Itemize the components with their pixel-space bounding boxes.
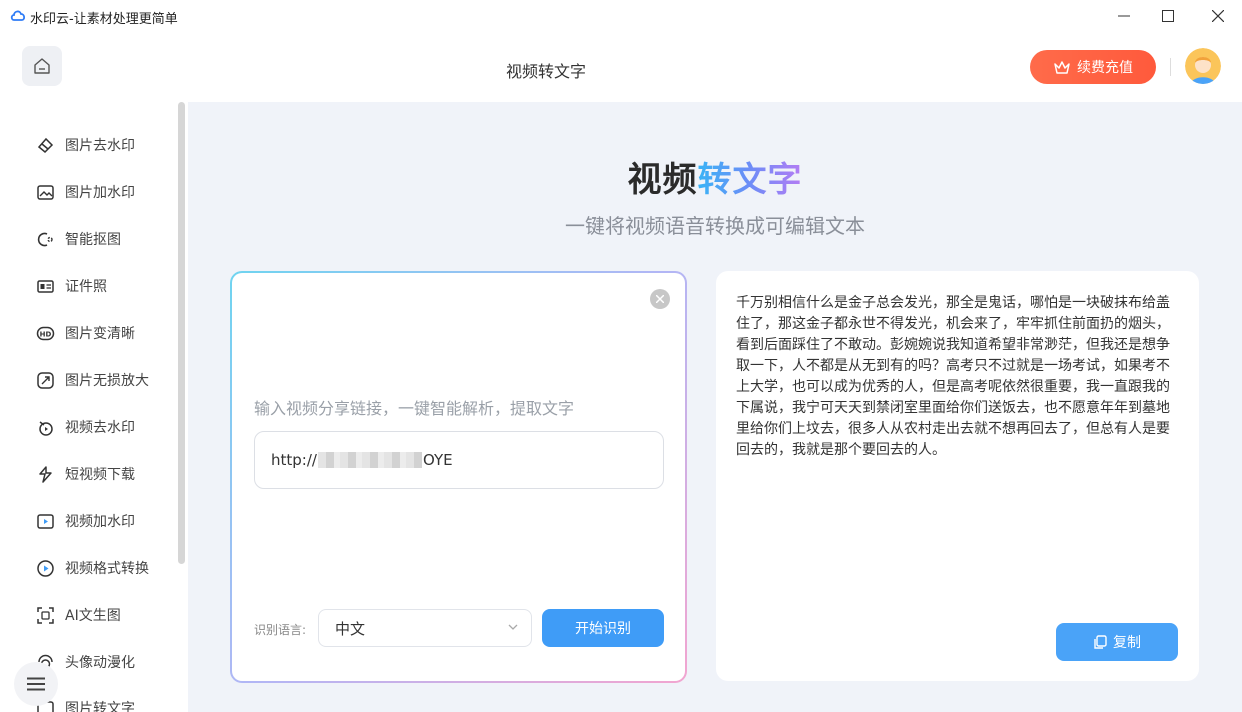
- sidebar-item-label: 视频去水印: [65, 420, 135, 436]
- app-logo-icon: [10, 10, 26, 21]
- language-label: 识别语言:: [254, 623, 307, 637]
- hamburger-menu-icon: [27, 677, 45, 691]
- video-eraser-icon: [39, 420, 53, 436]
- recharge-label: 续费充值: [1077, 60, 1133, 76]
- start-recognition-button[interactable]: 开始识别: [542, 609, 664, 647]
- minimize-icon: [1118, 15, 1130, 17]
- sidebar-item-label: 视频格式转换: [65, 561, 149, 577]
- sidebar-item-label: 证件照: [65, 279, 107, 295]
- sidebar-item-label: 图片转文字: [65, 701, 135, 712]
- app-header: 视频转文字 续费充值: [0, 32, 1242, 102]
- sidebar-item-id-photo[interactable]: 证件照: [36, 274, 107, 298]
- menu-button[interactable]: [14, 662, 58, 706]
- input-hint: 输入视频分享链接，一键智能解析，提取文字: [254, 399, 575, 418]
- chevron-down-icon: [508, 624, 518, 630]
- image-add-icon: [37, 184, 54, 200]
- transcript-text[interactable]: 千万别相信什么是金子总会发光，那全是鬼话，哪怕是一块破抹布给盖住了，那这金子都永…: [736, 293, 1176, 461]
- page-title: 视频转文字: [505, 62, 586, 81]
- header-divider: [1170, 58, 1171, 76]
- copy-icon: [1094, 635, 1107, 649]
- sidebar-item-label: 图片无损放大: [65, 373, 149, 389]
- sidebar-item-label: 短视频下载: [65, 467, 135, 483]
- recharge-button[interactable]: 续费充值: [1030, 50, 1156, 84]
- sidebar-item-label: 视频加水印: [65, 514, 135, 530]
- sidebar: 图片去水印 图片加水印 智能抠图 证件照 HD 图片变清晰 图片无损放大 视频去…: [0, 102, 188, 712]
- copy-label: 复制: [1113, 635, 1141, 651]
- output-panel: 千万别相信什么是金子总会发光，那全是鬼话，哪怕是一块破抹布给盖住了，那这金子都永…: [716, 271, 1199, 681]
- maximize-button[interactable]: [1148, 4, 1188, 28]
- play-circle-icon: [37, 559, 54, 577]
- close-button[interactable]: [1198, 4, 1238, 28]
- url-input[interactable]: http:// OYE: [254, 431, 664, 489]
- clear-button[interactable]: [650, 289, 670, 309]
- window-title: 水印云-让素材处理更简单: [30, 12, 178, 27]
- enlarge-icon: [37, 371, 54, 389]
- svg-text:HD: HD: [40, 330, 52, 338]
- sidebar-item-image-remove-watermark[interactable]: 图片去水印: [36, 133, 135, 157]
- sidebar-item-label: AI文生图: [65, 608, 121, 624]
- sidebar-item-video-remove-watermark[interactable]: 视频去水印: [36, 415, 135, 439]
- sidebar-item-label: 图片去水印: [65, 138, 135, 154]
- ai-image-icon: [37, 606, 54, 624]
- sidebar-scrollbar[interactable]: [178, 102, 185, 564]
- sidebar-item-label: 图片加水印: [65, 185, 135, 201]
- main-content: 视频转文字 一键将视频语音转换成可编辑文本 输入视频分享链接，一键智能解析，提取…: [188, 102, 1242, 712]
- sidebar-item-video-add-watermark[interactable]: 视频加水印: [36, 509, 135, 533]
- sidebar-item-image-add-watermark[interactable]: 图片加水印: [36, 180, 135, 204]
- avatar[interactable]: [1185, 48, 1221, 84]
- url-prefix: http://: [271, 451, 317, 469]
- sidebar-item-ai-text-to-image[interactable]: AI文生图: [36, 603, 121, 627]
- language-value: 中文: [335, 619, 366, 638]
- sidebar-item-image-enlarge[interactable]: 图片无损放大: [36, 368, 149, 392]
- url-blurred-segment: [317, 452, 422, 468]
- title-bar: 水印云-让素材处理更简单: [0, 0, 1242, 32]
- id-card-icon: [37, 279, 54, 293]
- maximize-icon: [1162, 10, 1174, 22]
- url-suffix: OYE: [422, 451, 453, 469]
- start-label: 开始识别: [575, 621, 631, 637]
- sidebar-item-image-sharpen[interactable]: HD 图片变清晰: [36, 321, 135, 345]
- crown-icon: [1054, 61, 1070, 74]
- close-icon: [656, 295, 664, 303]
- language-select[interactable]: 中文: [318, 609, 532, 647]
- sidebar-item-label: 智能抠图: [65, 232, 121, 248]
- hd-icon: HD: [36, 326, 55, 340]
- short-video-download-icon: [39, 465, 52, 483]
- hero-title-part2: 转文字: [697, 160, 803, 200]
- sidebar-item-video-format-convert[interactable]: 视频格式转换: [36, 556, 149, 580]
- hero-title: 视频转文字: [188, 152, 1242, 201]
- input-panel: 输入视频分享链接，一键智能解析，提取文字 http:// OYE 识别语言: 中文…: [230, 271, 687, 683]
- eraser-icon: [37, 137, 54, 153]
- copy-button[interactable]: 复制: [1056, 623, 1178, 661]
- sidebar-item-smart-cutout[interactable]: 智能抠图: [36, 227, 121, 251]
- minimize-button[interactable]: [1104, 4, 1144, 28]
- sidebar-item-label: 图片变清晰: [65, 326, 135, 342]
- hero-title-part1: 视频: [627, 160, 698, 200]
- close-icon: [1212, 10, 1224, 22]
- video-add-icon: [37, 513, 54, 529]
- sidebar-item-label: 头像动漫化: [65, 655, 135, 671]
- cutout-icon: [37, 232, 53, 246]
- sidebar-item-short-video-download[interactable]: 短视频下载: [36, 462, 135, 486]
- hero-subtitle: 一键将视频语音转换成可编辑文本: [565, 214, 865, 238]
- user-avatar-icon: [1185, 48, 1221, 84]
